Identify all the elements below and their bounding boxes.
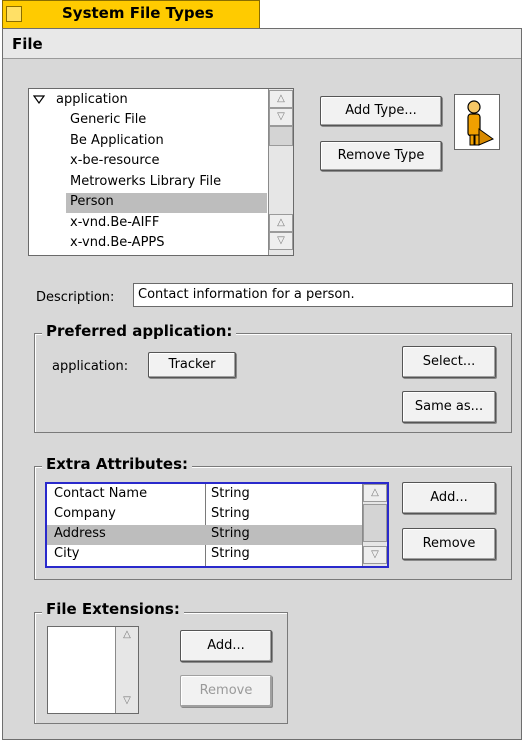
attribute-add-button[interactable]: Add...	[402, 482, 496, 514]
description-label: Description:	[36, 290, 115, 305]
scroll-down-icon: ▽	[123, 695, 131, 706]
description-field[interactable]: Contact information for a person.	[133, 283, 513, 307]
attribute-type[interactable]: String	[211, 506, 250, 521]
file-extensions-title: File Extensions:	[42, 600, 184, 618]
attribute-type[interactable]: String	[211, 486, 250, 501]
add-type-button[interactable]: Add Type...	[320, 96, 442, 126]
person-icon	[467, 100, 495, 146]
menu-file[interactable]: File	[12, 35, 43, 53]
attributes-scrollbar[interactable]: △ ▽	[362, 484, 387, 566]
extensions-scrollbar[interactable]: △ ▽	[115, 627, 138, 713]
attribute-remove-button[interactable]: Remove	[402, 528, 496, 560]
attribute-type[interactable]: String	[211, 546, 250, 561]
extension-add-button[interactable]: Add...	[180, 630, 272, 662]
scroll-down-icon[interactable]: ▽	[269, 108, 293, 126]
attribute-name[interactable]: Company	[54, 506, 116, 521]
attribute-name[interactable]: Address	[54, 526, 106, 541]
menubar	[3, 29, 521, 59]
application-label: application:	[52, 359, 129, 374]
type-list-item[interactable]: Metrowerks Library File	[70, 174, 221, 189]
window-title: System File Types	[62, 4, 214, 22]
scroll-down-icon[interactable]: ▽	[363, 546, 387, 564]
scroll-thumb[interactable]	[363, 504, 387, 542]
types-list[interactable]	[28, 88, 294, 256]
type-list-item[interactable]: Person	[70, 194, 114, 209]
close-box-icon[interactable]	[6, 6, 22, 22]
list-group-header[interactable]: application	[56, 92, 128, 107]
scroll-up-icon: △	[123, 629, 131, 640]
scroll-up-icon[interactable]: △	[269, 90, 293, 108]
type-icon-well[interactable]	[454, 94, 500, 150]
type-list-item[interactable]: Be Application	[70, 133, 164, 148]
type-list-item[interactable]: x-vnd.Be-APPS	[70, 235, 165, 250]
scroll-up-icon[interactable]: △	[269, 214, 293, 232]
extension-remove-button: Remove	[180, 675, 272, 707]
scroll-down-icon[interactable]: ▽	[269, 232, 293, 250]
scroll-thumb[interactable]	[269, 126, 293, 146]
attribute-name[interactable]: Contact Name	[54, 486, 147, 501]
disclosure-triangle-icon[interactable]	[32, 93, 46, 105]
attribute-type[interactable]: String	[211, 526, 250, 541]
attribute-name[interactable]: City	[54, 546, 79, 561]
type-list-item[interactable]: x-vnd.Be-AIFF	[70, 215, 159, 230]
types-scrollbar-bottom[interactable]: △ ▽	[268, 168, 293, 255]
extra-attributes-title: Extra Attributes:	[42, 455, 193, 473]
select-button[interactable]: Select...	[402, 346, 496, 378]
type-list-item[interactable]: Generic File	[70, 112, 146, 127]
preferred-application-title: Preferred application:	[42, 322, 237, 340]
scroll-up-icon[interactable]: △	[363, 484, 387, 502]
type-list-item[interactable]: x-be-resource	[70, 153, 160, 168]
same-as-button[interactable]: Same as...	[402, 391, 496, 423]
remove-type-button[interactable]: Remove Type	[320, 141, 442, 171]
types-scrollbar-top[interactable]: △ ▽	[268, 89, 293, 168]
preferred-app-menu[interactable]: Tracker	[148, 352, 236, 378]
